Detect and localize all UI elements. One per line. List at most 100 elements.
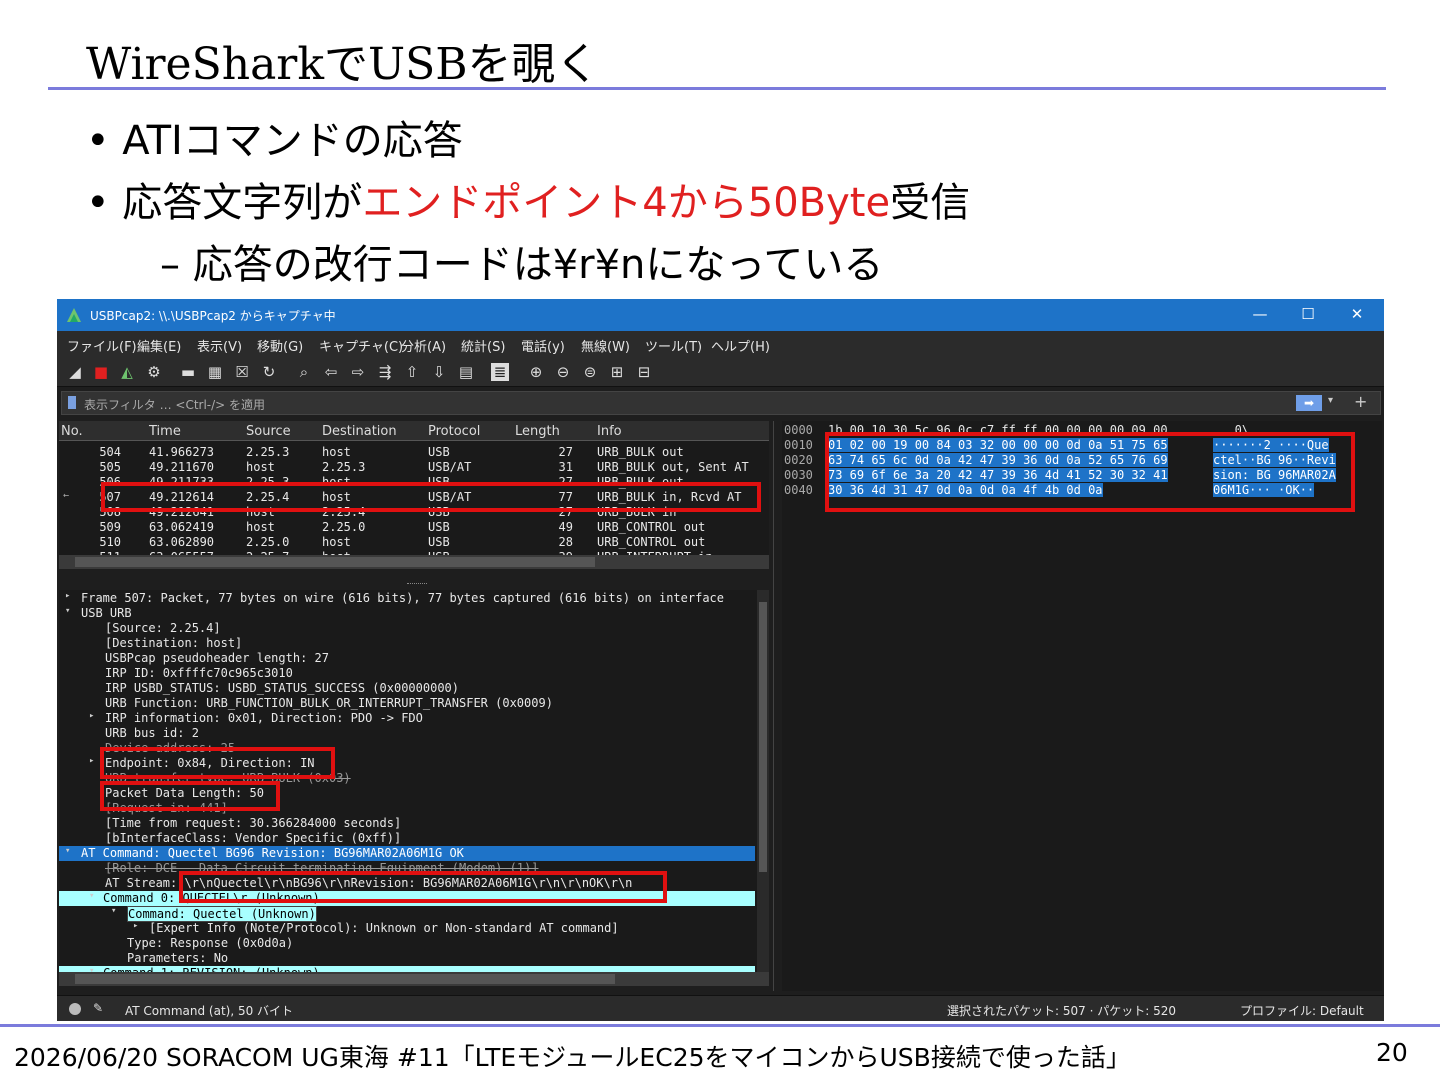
menu-view[interactable]: 表示(V) [197, 336, 242, 355]
table-row[interactable]: 510 63.062890 2.25.0 host USB 28 URB_CONTROL o… [59, 535, 769, 550]
detail-row[interactable]: [Request in: 441] [59, 801, 755, 816]
autoscroll-icon[interactable]: ▤ [457, 363, 475, 381]
colorize-icon[interactable]: ≣ [491, 363, 509, 381]
menu-file[interactable]: ファイル(F) [67, 336, 137, 355]
hex-row[interactable]: 0000 1b 00 10 30 5c 96 0c c7 ff ff 00 00 … [782, 423, 1382, 438]
scroll-thumb[interactable] [75, 974, 615, 984]
col-protocol[interactable]: Protocol [428, 424, 480, 439]
table-row[interactable]: ← 507 49.212614 2.25.4 host USB/AT 77 URB_BULK … [59, 490, 769, 505]
col-length[interactable]: Length [515, 424, 560, 439]
table-row[interactable]: 506 49.211733 2.25.3 host USB 27 URB_BULK out [59, 475, 769, 490]
stop-capture-icon[interactable]: ■ [92, 363, 110, 381]
table-row[interactable]: 505 49.211670 host 2.25.3 USB/AT 31 URB_BULK o… [59, 460, 769, 475]
bookmark-icon[interactable] [68, 396, 76, 409]
close-button[interactable]: ✕ [1342, 305, 1372, 323]
detail-row[interactable]: IRP ID: 0xffffc70c965c3010 [59, 666, 755, 681]
packet-list-hscroll[interactable] [59, 555, 769, 569]
expanded-arrow-icon[interactable]: ▾ [111, 906, 116, 916]
detail-row[interactable]: Parameters: No [59, 951, 755, 966]
detail-row[interactable]: [Role: DCE - Data Circuit-terminating Eq… [59, 861, 755, 876]
hex-bytes[interactable]: 63 74 65 6c 0d 0a 42 47 39 36 0d 0a 52 6… [828, 453, 1168, 467]
col-time[interactable]: Time [149, 424, 181, 439]
go-to-packet-icon[interactable]: ⇶ [376, 363, 394, 381]
detail-row[interactable]: [Destination: host] [59, 636, 755, 651]
menu-help[interactable]: ヘルプ(H) [711, 336, 770, 355]
detail-row[interactable]: IRP USBD_STATUS: USBD_STATUS_SUCCESS (0x… [59, 681, 755, 696]
collapsed-arrow-icon[interactable]: ▸ [65, 591, 70, 601]
apply-filter-icon[interactable]: ➡ [1296, 395, 1322, 411]
zoom-out-icon[interactable]: ⊖ [554, 363, 572, 381]
last-packet-icon[interactable]: ⇩ [430, 363, 448, 381]
pane-divider[interactable] [773, 421, 774, 991]
capture-options-icon[interactable]: ⚙ [145, 363, 163, 381]
menu-wireless[interactable]: 無線(W) [581, 336, 630, 355]
find-packet-icon[interactable]: ⌕ [295, 363, 313, 381]
menu-analyze[interactable]: 分析(A) [401, 336, 446, 355]
detail-row[interactable]: Type: Response (0x0d0a) [59, 936, 755, 951]
hex-ascii[interactable]: ...0\.... ........ [1213, 423, 1343, 437]
resize-columns-icon[interactable]: ⊞ [608, 363, 626, 381]
table-row[interactable]: 504 41.966273 2.25.3 host USB 27 URB_BULK out [59, 445, 769, 460]
col-destination[interactable]: Destination [322, 424, 397, 439]
hex-row[interactable]: 0040 30 36 4d 31 47 0d 0a 0d 0a 4f 4b 0d … [782, 483, 1382, 498]
detail-row[interactable]: ▸ Endpoint: 0x84, Direction: IN [59, 756, 755, 771]
col-info[interactable]: Info [597, 424, 622, 439]
detail-row[interactable]: AT Stream: \r\nQuectel\r\nBG96\r\nRevisi… [59, 876, 755, 891]
menu-edit[interactable]: 編集(E) [137, 336, 181, 355]
detail-row[interactable]: ▸ [Expert Info (Note/Protocol): Unknown o… [59, 921, 755, 936]
detail-row[interactable]: USBPcap pseudoheader length: 27 [59, 651, 755, 666]
collapsed-arrow-icon[interactable]: ▸ [89, 756, 94, 766]
detail-row[interactable]: ▸ Frame 507: Packet, 77 bytes on wire (61… [59, 591, 755, 606]
hex-bytes[interactable]: 73 69 6f 6e 3a 20 42 47 39 36 4d 41 52 3… [828, 468, 1168, 482]
status-profile[interactable]: プロファイル: Default [1240, 1002, 1364, 1019]
detail-row[interactable]: Device address: 25 [59, 741, 755, 756]
detail-row[interactable]: URB transfer type: URB_BULK (0x03) [59, 771, 755, 786]
hex-row[interactable]: 0030 73 69 6f 6e 3a 20 42 47 39 36 4d 41 … [782, 468, 1382, 483]
scroll-thumb[interactable] [75, 557, 595, 567]
hex-bytes[interactable]: 1b 00 10 30 5c 96 0c c7 ff ff 00 00 00 0… [828, 423, 1168, 437]
col-no[interactable]: No. [61, 424, 83, 439]
open-file-icon[interactable]: ▬ [179, 363, 197, 381]
scroll-thumb[interactable] [759, 602, 767, 872]
display-filter-bar[interactable]: 表示フィルタ … <Ctrl-/> を適用 ➡ ▾ + [61, 391, 1381, 415]
menu-statistics[interactable]: 統計(S) [461, 336, 505, 355]
normal-size-icon[interactable]: ⊜ [581, 363, 599, 381]
details-hscroll[interactable] [59, 972, 769, 986]
detail-row[interactable]: ▾ AT Command: Quectel BG96 Revision: BG96… [59, 846, 755, 861]
go-forward-icon[interactable]: ⇨ [349, 363, 367, 381]
reload-file-icon[interactable]: ↻ [260, 363, 278, 381]
add-filter-icon[interactable]: + [1354, 392, 1367, 411]
expert-info-icon[interactable] [69, 1003, 81, 1015]
menu-go[interactable]: 移動(G) [257, 336, 303, 355]
hex-row[interactable]: 0020 63 74 65 6c 0d 0a 42 47 39 36 0d 0a … [782, 453, 1382, 468]
menu-tools[interactable]: ツール(T) [645, 336, 702, 355]
collapsed-arrow-icon[interactable]: ▸ [89, 711, 94, 721]
detail-row[interactable]: ▾ USB URB [59, 606, 755, 621]
restart-capture-icon[interactable]: ◭ [118, 363, 136, 381]
detail-row[interactable]: [Time from request: 30.366284000 seconds… [59, 816, 755, 831]
go-back-icon[interactable]: ⇦ [322, 363, 340, 381]
collapsed-arrow-icon[interactable]: ▸ [133, 921, 138, 931]
detail-row[interactable]: [Source: 2.25.4] [59, 621, 755, 636]
details-vscroll[interactable] [757, 590, 769, 972]
table-row[interactable]: 509 63.062419 host 2.25.0 USB 49 URB_CONTROL o… [59, 520, 769, 535]
detail-row[interactable]: URB Function: URB_FUNCTION_BULK_OR_INTER… [59, 696, 755, 711]
detail-row[interactable]: ▾ Command 0: QUECTEL\r (Unknown) [59, 891, 755, 906]
start-capture-icon[interactable]: ◢ [66, 363, 84, 381]
split-columns-icon[interactable]: ⊟ [635, 363, 653, 381]
expanded-arrow-icon[interactable]: ▾ [89, 891, 94, 901]
table-row[interactable]: 508 49.212641 host 2.25.4 USB 27 URB_BULK in [59, 505, 769, 520]
display-filter-input[interactable]: 表示フィルタ … <Ctrl-/> を適用 [84, 396, 265, 413]
splitter-handle[interactable] [407, 583, 427, 586]
minimize-button[interactable]: — [1245, 305, 1275, 323]
col-source[interactable]: Source [246, 424, 291, 439]
detail-row[interactable]: ▸ IRP information: 0x01, Direction: PDO -… [59, 711, 755, 726]
filter-dropdown-icon[interactable]: ▾ [1328, 395, 1333, 406]
hex-ascii[interactable]: sion: BG 96MAR02A [1213, 468, 1336, 482]
hex-bytes[interactable]: 01 02 00 19 00 84 03 32 00 00 00 0d 0a 5… [828, 438, 1168, 452]
detail-row[interactable]: ▾ Command: Quectel (Unknown) [59, 906, 755, 922]
menu-telephony[interactable]: 電話(y) [521, 336, 565, 355]
hex-ascii[interactable]: 06M1G··· ·OK·· [1213, 483, 1315, 497]
hex-ascii[interactable]: ·······2 ····Que [1213, 438, 1329, 452]
expanded-arrow-icon[interactable]: ▾ [65, 846, 70, 856]
